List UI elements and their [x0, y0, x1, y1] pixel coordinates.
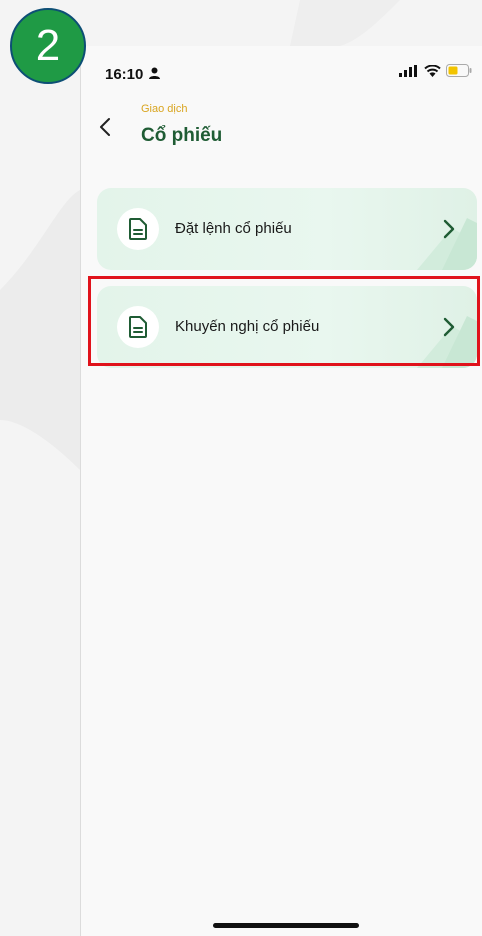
- phone-screen: 16:10 Giao dịch Cổ phiếu Đặt lệnh cổ phi…: [80, 46, 482, 936]
- battery-icon: [446, 64, 472, 77]
- status-indicators: [399, 64, 472, 77]
- menu-item-dat-lenh-co-phieu[interactable]: Đặt lệnh cổ phiếu: [97, 188, 477, 270]
- status-time: 16:10: [105, 66, 144, 83]
- breadcrumb: Giao dịch: [141, 103, 188, 115]
- person-icon: [149, 67, 160, 79]
- chevron-left-icon: [100, 118, 110, 136]
- menu-item-label: Khuyến nghị cổ phiếu: [175, 318, 320, 335]
- document-icon: [117, 306, 159, 348]
- chevron-right-icon: [441, 314, 457, 340]
- menu-item-khuyen-nghi-co-phieu[interactable]: Khuyến nghị cổ phiếu: [97, 286, 477, 368]
- status-bar: 16:10: [81, 46, 482, 94]
- card-decoration: [417, 316, 477, 368]
- signal-icon: [399, 64, 417, 77]
- card-decoration: [417, 218, 477, 270]
- page-title: Cổ phiếu: [141, 125, 223, 146]
- step-number-badge: 2: [10, 8, 86, 84]
- home-indicator[interactable]: [213, 923, 359, 928]
- chevron-right-icon: [441, 216, 457, 242]
- back-button[interactable]: [93, 112, 117, 142]
- wifi-icon: [424, 64, 441, 77]
- document-icon: [117, 208, 159, 250]
- menu-item-label: Đặt lệnh cổ phiếu: [175, 220, 292, 237]
